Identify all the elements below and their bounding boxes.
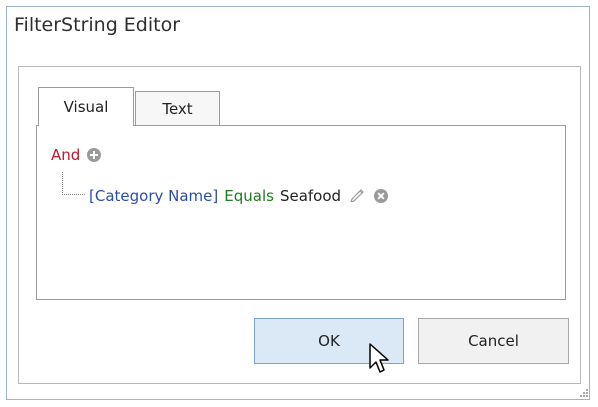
condition-value[interactable]: Seafood	[280, 187, 341, 205]
dialog-title: FilterString Editor	[14, 14, 181, 36]
plus-circle-icon[interactable]	[87, 148, 102, 162]
condition-operator[interactable]: Equals	[224, 187, 274, 205]
condition-row: [Category Name] Equals Seafood	[89, 186, 389, 206]
pencil-icon[interactable]	[349, 186, 367, 206]
tab-visual[interactable]: Visual	[38, 87, 134, 126]
tree-connector	[62, 172, 85, 195]
x-circle-icon[interactable]	[374, 189, 389, 203]
resize-grip-icon[interactable]	[578, 387, 588, 397]
group-row: And	[51, 146, 102, 164]
mouse-cursor-icon	[368, 342, 392, 382]
condition-field[interactable]: [Category Name]	[89, 187, 218, 205]
group-operator[interactable]: And	[51, 146, 80, 164]
cancel-button[interactable]: Cancel	[418, 318, 569, 364]
visual-tab-panel	[36, 125, 566, 300]
tab-text[interactable]: Text	[135, 91, 220, 126]
